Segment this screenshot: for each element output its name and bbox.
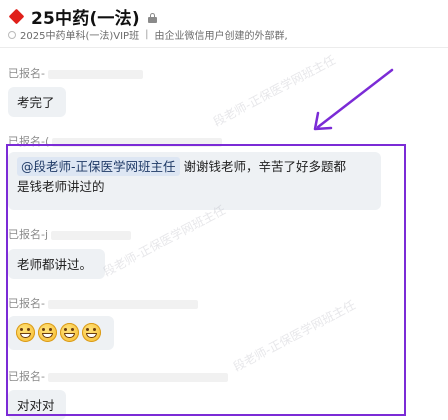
- redacted-name: [47, 299, 198, 309]
- message-text: 老师都讲过。: [17, 257, 93, 272]
- redacted-name: [52, 137, 223, 147]
- redacted-name: [47, 372, 228, 382]
- group-info-icon: [8, 30, 16, 39]
- title-row: 25中药(一法): [8, 4, 157, 29]
- grin-icon: [60, 323, 79, 342]
- message-text: 对对对: [17, 398, 55, 413]
- watermark: 段老师-正保医学网班主任: [210, 52, 338, 130]
- sender-name: 已报名-: [8, 67, 45, 80]
- message-sender[interactable]: 已报名-: [8, 368, 228, 384]
- emoji-row: [16, 323, 106, 342]
- lock-icon: [147, 12, 157, 23]
- redacted-name: [47, 69, 143, 79]
- mention-tag[interactable]: @段老师-正保医学网班主任: [17, 157, 180, 176]
- message-bubble[interactable]: [8, 316, 114, 350]
- grin-icon: [16, 323, 35, 342]
- message-text-line2: 是钱老师讲过的: [17, 179, 105, 194]
- message-sender[interactable]: 已报名-j: [8, 226, 132, 242]
- sender-name: 已报名-(: [8, 135, 50, 148]
- sender-name: 已报名-: [8, 297, 45, 310]
- message-text: 考完了: [17, 95, 55, 110]
- header-divider: [0, 47, 448, 48]
- grin-icon: [38, 323, 57, 342]
- subtitle-separator: |: [145, 29, 149, 40]
- message-sender[interactable]: 已报名-(: [8, 133, 223, 149]
- message-bubble[interactable]: 对对对: [8, 390, 66, 420]
- watermark: 段老师-正保医学网班主任: [230, 297, 358, 375]
- message-bubble[interactable]: 老师都讲过。: [8, 249, 105, 279]
- subtitle-group-name: 2025中药单科(一法)VIP班: [20, 31, 140, 42]
- message-bubble[interactable]: @段老师-正保医学网班主任 谢谢钱老师，辛苦了好多题都 是钱老师讲过的: [8, 152, 381, 210]
- sender-name: 已报名-j: [8, 228, 49, 241]
- grin-icon: [82, 323, 101, 342]
- message-sender[interactable]: 已报名-: [8, 295, 198, 311]
- chat-header: 25中药(一法) 2025中药单科(一法)VIP班 | 由企业微信用户创建的外部…: [0, 0, 448, 48]
- group-title[interactable]: 25中药(一法): [31, 4, 140, 29]
- subtitle-description: 由企业微信用户创建的外部群,: [154, 31, 288, 42]
- message-sender[interactable]: 已报名-: [8, 65, 143, 81]
- redacted-name: [51, 230, 132, 240]
- message-bubble[interactable]: 考完了: [8, 87, 66, 117]
- sender-name: 已报名-: [8, 370, 45, 383]
- message-text: 谢谢钱老师，辛苦了好多题都: [183, 159, 347, 174]
- red-diamond-icon: [8, 8, 25, 25]
- group-subtitle: 2025中药单科(一法)VIP班 | 由企业微信用户创建的外部群,: [8, 27, 288, 42]
